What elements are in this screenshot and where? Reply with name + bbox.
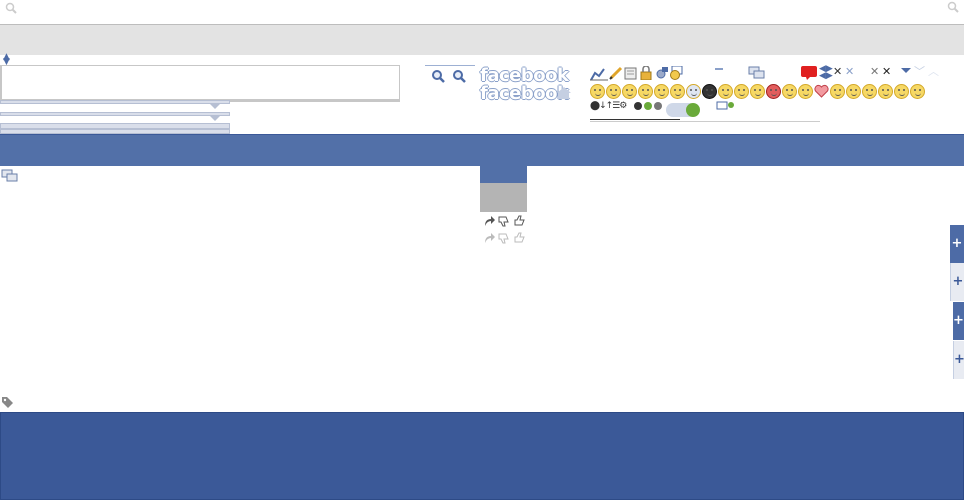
- user-icon: [634, 102, 642, 110]
- lock-icon: [640, 66, 652, 80]
- chevron-up-icon: ︿: [928, 65, 939, 78]
- mini-toolbar-row: ⬤↓↑☰⚙: [590, 101, 820, 122]
- dropdown-bar[interactable]: [0, 112, 230, 116]
- kiss-icon: [798, 84, 813, 99]
- grin-icon: [638, 84, 653, 99]
- search-icon[interactable]: [947, 1, 959, 13]
- grumpy-icon: [718, 84, 733, 99]
- chart-icon: [590, 68, 608, 81]
- chevron-down-icon: [901, 68, 911, 73]
- pencil-icon: [609, 66, 623, 80]
- devil-icon: [766, 84, 781, 99]
- zoom-icon[interactable]: [452, 69, 466, 83]
- share-icon[interactable]: [483, 232, 495, 244]
- share-icon[interactable]: [483, 215, 495, 227]
- facebook-logo[interactable]: facebook: [480, 83, 569, 104]
- dropdown-bar[interactable]: [0, 100, 230, 104]
- notification-icon: [801, 66, 817, 80]
- thumbs-up-icon[interactable]: [514, 215, 526, 227]
- smile-icon: [830, 84, 845, 99]
- minimize-icon: [715, 68, 723, 70]
- chat-bubbles-icon: [748, 66, 765, 79]
- laugh-icon: [910, 84, 925, 99]
- close-icon: ✕: [870, 65, 880, 78]
- tag-icon[interactable]: [1, 396, 14, 408]
- heart-icon: [814, 84, 829, 98]
- icon-sprite-row: ◀▶ ◀▶ ✕ ✕ ✕ ✕ ﹀ ︿: [590, 64, 939, 83]
- footer-blue-panel: [0, 412, 964, 500]
- arrows-icon: ◀▶ ◀▶: [819, 64, 833, 81]
- wink-icon: [670, 84, 685, 99]
- chevron-down-icon: [210, 104, 220, 109]
- plus-icon[interactable]: +: [950, 225, 964, 263]
- smile-icon: [590, 84, 605, 99]
- user-icon: [654, 102, 662, 110]
- thumbs-down-icon[interactable]: [498, 215, 510, 227]
- unsure-icon: [734, 84, 749, 99]
- preview-thumbnail[interactable]: [480, 183, 527, 212]
- plus-icon[interactable]: +: [950, 263, 964, 301]
- close-icon: ✕: [882, 65, 892, 78]
- toggle-on-icon: [686, 103, 700, 117]
- blue-header-strip: [0, 134, 964, 166]
- neutral-icon: [862, 84, 877, 99]
- thumbs-up-icon[interactable]: [514, 232, 526, 244]
- search-controls: [425, 65, 475, 88]
- glasses-icon: [686, 84, 701, 99]
- sunglasses-icon: [702, 84, 717, 99]
- emoticon-row: [590, 84, 930, 100]
- thumbs-down-icon[interactable]: [498, 232, 510, 244]
- close-icon: ✕: [833, 65, 843, 78]
- top-search-bar[interactable]: [0, 0, 964, 25]
- happy-icon: [846, 84, 861, 99]
- search-icon[interactable]: [5, 2, 17, 14]
- format-icons: ⬤↓↑☰⚙: [590, 101, 627, 111]
- chevron-down-icon: ﹀: [914, 65, 925, 78]
- action-icons-row: [483, 214, 529, 228]
- gear-icon: [656, 67, 668, 79]
- sort-arrows-icon[interactable]: ▲ ▼: [3, 53, 11, 67]
- note-icon: [624, 67, 637, 80]
- plus-icon[interactable]: +: [953, 302, 964, 340]
- gasp-icon: [654, 84, 669, 99]
- frown-icon: [606, 84, 621, 99]
- divider: [590, 119, 680, 120]
- tongue-icon: [622, 84, 637, 99]
- chat-bubbles-icon[interactable]: [1, 169, 19, 183]
- online-icon: [644, 102, 652, 110]
- close-icon: ✕: [845, 65, 855, 78]
- clock-icon: [670, 66, 683, 80]
- home-icon[interactable]: [557, 87, 571, 99]
- angel-icon: [782, 84, 797, 99]
- toolbar-strip: [0, 25, 964, 55]
- pacman-icon: [894, 84, 909, 99]
- preview-header: [480, 166, 527, 183]
- action-icons-row: [483, 231, 529, 245]
- chevron-down-icon: [210, 116, 220, 121]
- plus-icon[interactable]: +: [953, 341, 964, 379]
- composer-textarea[interactable]: [0, 65, 400, 102]
- squint-icon: [878, 84, 893, 99]
- cry-icon: [750, 84, 765, 99]
- chat-bubbles-icon: [716, 101, 734, 110]
- zoom-icon[interactable]: [431, 69, 445, 83]
